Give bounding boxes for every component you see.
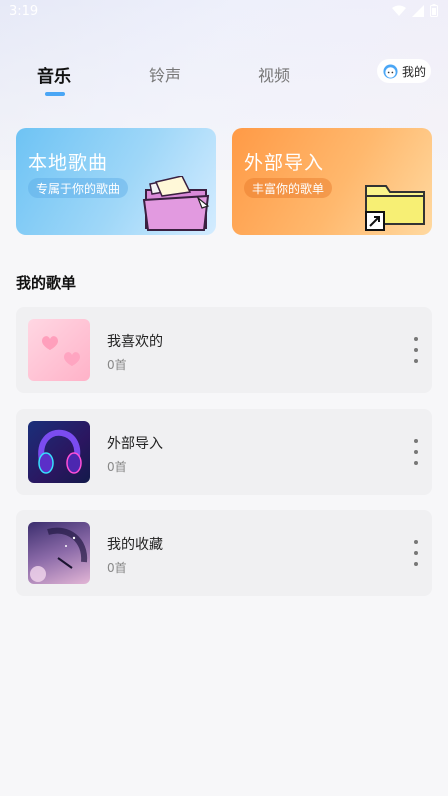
signal-icon [412, 4, 424, 17]
playlist-item[interactable]: 外部导入 0首 [16, 409, 432, 495]
folder-pink-icon [142, 176, 210, 231]
playlist-name: 我的收藏 [107, 537, 163, 553]
more-options-icon[interactable] [410, 540, 422, 566]
local-songs-card[interactable]: 本地歌曲 专属于你的歌曲 [16, 128, 216, 235]
wifi-icon [392, 5, 406, 16]
status-bar: 3:19 [0, 0, 448, 24]
playlist-name: 我喜欢的 [107, 334, 163, 350]
playlist-name: 外部导入 [107, 436, 163, 452]
active-tab-indicator [45, 92, 65, 96]
playlist-count: 0首 [107, 358, 127, 372]
tab-music[interactable]: 音乐 [37, 62, 71, 87]
import-title: 外部导入 [244, 152, 325, 174]
playlist-thumbnail [28, 522, 90, 584]
tab-ringtone[interactable]: 铃声 [149, 62, 181, 86]
tab-video[interactable]: 视频 [258, 62, 290, 86]
avatar-icon [383, 63, 398, 79]
mine-button[interactable]: 我的 [377, 59, 431, 83]
status-icons [392, 4, 438, 17]
playlist-count: 0首 [107, 561, 127, 575]
vinyl-icon [30, 527, 88, 582]
playlist-item[interactable]: 我的收藏 0首 [16, 510, 432, 596]
playlist-thumbnail [28, 421, 90, 483]
battery-icon [430, 4, 438, 17]
more-options-icon[interactable] [410, 337, 422, 363]
local-songs-title: 本地歌曲 [28, 152, 109, 174]
hearts-icon [42, 336, 80, 366]
status-time: 3:19 [9, 4, 39, 19]
local-songs-subtitle: 专属于你的歌曲 [28, 178, 129, 198]
import-subtitle: 丰富你的歌单 [244, 178, 333, 198]
more-options-icon[interactable] [410, 439, 422, 465]
import-card[interactable]: 外部导入 丰富你的歌单 [232, 128, 432, 235]
folder-yellow-icon [365, 185, 425, 231]
playlist-thumbnail [28, 319, 90, 381]
playlist-item[interactable]: 我喜欢的 0首 [16, 307, 432, 393]
section-title: 我的歌单 [16, 274, 77, 292]
mine-label: 我的 [402, 64, 427, 79]
headphones-icon [38, 429, 82, 474]
playlist-count: 0首 [107, 460, 127, 474]
